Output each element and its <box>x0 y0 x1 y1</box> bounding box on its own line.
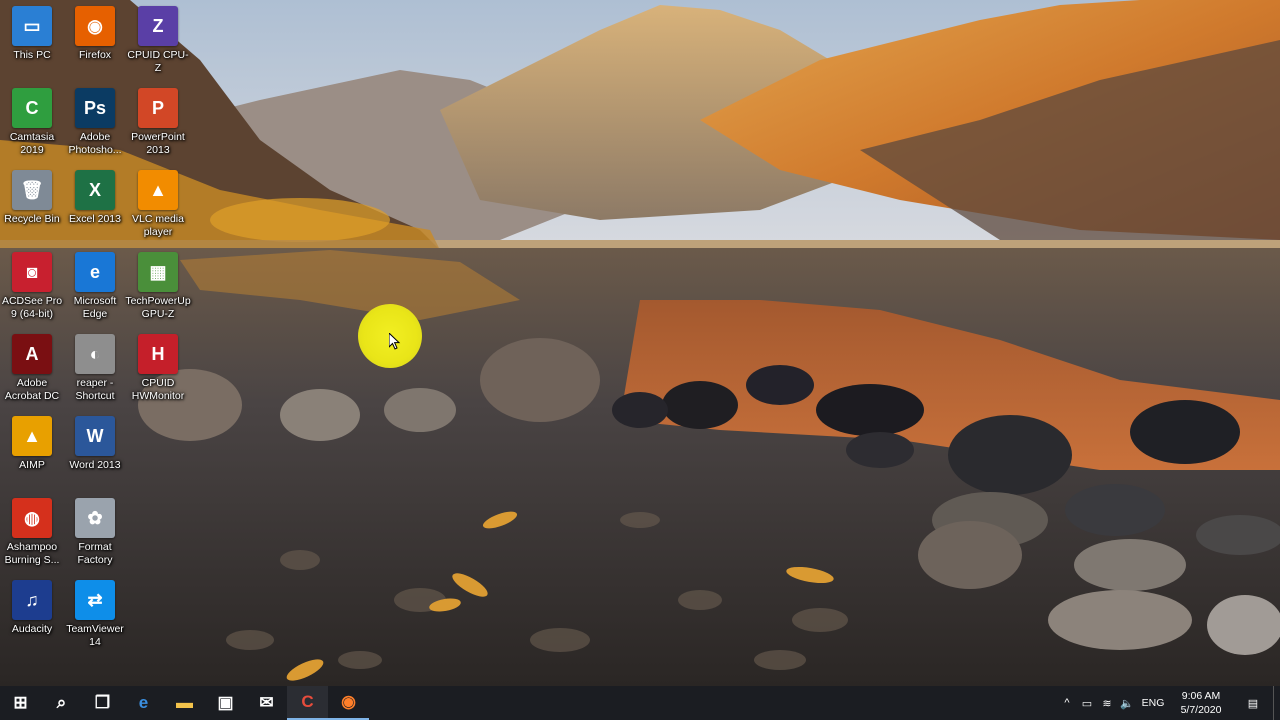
desktop-icon-label: Audacity <box>11 623 53 635</box>
desktop-icon-format-factory[interactable]: ✿ Format Factory <box>63 496 127 576</box>
desktop-icon-label: VLC media player <box>132 213 184 238</box>
file-explorer-taskbar-button[interactable]: ▬ <box>164 686 205 720</box>
desktop-icon-label: CPUID CPU-Z <box>127 49 189 74</box>
store-taskbar-button[interactable]: ▣ <box>205 686 246 720</box>
desktop-icon-label: Adobe Acrobat DC <box>4 377 60 402</box>
desktop-icon-label: ACDSee Pro 9 (64-bit) <box>1 295 63 320</box>
wallpaper-scene <box>0 0 1280 688</box>
desktop-icon-label: reaper - Shortcut <box>75 377 115 402</box>
input-language-indicator[interactable]: ENG <box>1137 697 1169 709</box>
aimp-icon: ▲ <box>12 416 52 456</box>
acdsee-pro-9-64-bit-icon: ◙ <box>12 252 52 292</box>
desktop-icon-adobe-acrobat-dc[interactable]: A Adobe Acrobat DC <box>0 332 64 412</box>
desktop-icon-label: TeamViewer 14 <box>66 623 124 648</box>
microsoft-edge-icon: e <box>75 252 115 292</box>
search-button[interactable]: ⌕ <box>41 686 82 720</box>
taskbar: ⊞ ⌕ ❐ e ▬ ▣ ✉ C ◉ ^ ▭ ≋ 🔈 ENG 9:06 AM 5/7/2020 ▤ <box>0 686 1280 720</box>
desktop-icon-teamviewer-14[interactable]: ⇄ TeamViewer 14 <box>63 578 127 658</box>
desktop-icon-recycle-bin[interactable]: 🗑 Recycle Bin <box>0 168 64 248</box>
taskbar-pinned-apps: ⊞ ⌕ ❐ e ▬ ▣ ✉ C ◉ <box>0 686 369 720</box>
edge-taskbar-button[interactable]: e <box>123 686 164 720</box>
desktop-icon-cpuid-hwmonitor[interactable]: H CPUID HWMonitor <box>126 332 190 412</box>
powerpoint-2013-icon: P <box>138 88 178 128</box>
desktop-icon-label: TechPowerUp GPU-Z <box>125 295 191 320</box>
action-center-icon[interactable]: ▤ <box>1233 686 1273 720</box>
cpuid-cpu-z-icon: Z <box>138 6 178 46</box>
firefox-icon: ◉ <box>75 6 115 46</box>
desktop-icon-label: Recycle Bin <box>4 213 60 225</box>
desktop-icon-word-2013[interactable]: W Word 2013 <box>63 414 127 494</box>
start-button[interactable]: ⊞ <box>0 686 41 720</box>
reaper-shortcut-icon: ◐ <box>75 334 115 374</box>
word-2013-icon: W <box>75 416 115 456</box>
desktop-icon-cpuid-cpu-z[interactable]: Z CPUID CPU-Z <box>126 4 190 84</box>
desktop-icon-microsoft-edge[interactable]: e Microsoft Edge <box>63 250 127 330</box>
adobe-photosho-icon: Ps <box>75 88 115 128</box>
desktop-icon-audacity[interactable]: ♫ Audacity <box>0 578 64 658</box>
desktop-icon-label: Excel 2013 <box>69 213 121 225</box>
camtasia-2019-icon: C <box>12 88 52 128</box>
desktop-icon-powerpoint-2013[interactable]: P PowerPoint 2013 <box>126 86 190 166</box>
desktop-icon-label: PowerPoint 2013 <box>131 131 185 156</box>
desktop-icon-adobe-photosho[interactable]: Ps Adobe Photosho... <box>63 86 127 166</box>
desktop-icon-camtasia-2019[interactable]: C Camtasia 2019 <box>0 86 64 166</box>
desktop-icon-label: This PC <box>13 49 51 61</box>
desktop-icon-this-pc[interactable]: ▭ This PC <box>0 4 64 84</box>
firefox-taskbar-button[interactable]: ◉ <box>328 686 369 720</box>
recycle-bin-icon: 🗑 <box>12 170 52 210</box>
adobe-acrobat-dc-icon: A <box>12 334 52 374</box>
ashampoo-burning-s-icon: ◍ <box>12 498 52 538</box>
mouse-pointer-icon <box>389 333 401 350</box>
clock[interactable]: 9:06 AM 5/7/2020 <box>1169 689 1233 717</box>
audacity-icon: ♫ <box>12 580 52 620</box>
desktop-icon-label: Adobe Photosho... <box>68 131 122 156</box>
desktop-wallpaper <box>0 0 1280 720</box>
clock-date: 5/7/2020 <box>1180 704 1222 716</box>
desktop-icon-label: Camtasia 2019 <box>9 131 55 156</box>
battery-icon[interactable]: ▭ <box>1077 686 1097 720</box>
clock-time: 9:06 AM <box>1181 690 1221 702</box>
vlc-media-player-icon: ▲ <box>138 170 178 210</box>
techpowerup-gpu-z-icon: ▦ <box>138 252 178 292</box>
this-pc-icon: ▭ <box>12 6 52 46</box>
system-tray: ^ ▭ ≋ 🔈 ENG 9:06 AM 5/7/2020 ▤ <box>1057 686 1280 720</box>
volume-icon[interactable]: 🔈 <box>1117 686 1137 720</box>
desktop-icon-firefox[interactable]: ◉ Firefox <box>63 4 127 84</box>
cpuid-hwmonitor-icon: H <box>138 334 178 374</box>
desktop-icon-label: CPUID HWMonitor <box>131 377 185 402</box>
task-view-button[interactable]: ❐ <box>82 686 123 720</box>
desktop-icon-techpowerup-gpu-z[interactable]: ▦ TechPowerUp GPU-Z <box>125 250 191 330</box>
desktop-icon-label: AIMP <box>19 459 45 471</box>
desktop-icon-label: Microsoft Edge <box>73 295 117 320</box>
desktop-icon-label: Format Factory <box>77 541 113 566</box>
desktop-icon-label: Ashampoo Burning S... <box>4 541 60 566</box>
desktop-icon-vlc-media-player[interactable]: ▲ VLC media player <box>126 168 190 248</box>
desktop-icon-aimp[interactable]: ▲ AIMP <box>0 414 64 494</box>
mail-taskbar-button[interactable]: ✉ <box>246 686 287 720</box>
excel-2013-icon: X <box>75 170 115 210</box>
desktop-icon-excel-2013[interactable]: X Excel 2013 <box>63 168 127 248</box>
desktop-icon-label: Word 2013 <box>69 459 121 471</box>
network-icon[interactable]: ≋ <box>1097 686 1117 720</box>
camtasia-taskbar-button[interactable]: C <box>287 686 328 720</box>
show-hidden-icons-chevron-icon[interactable]: ^ <box>1057 686 1077 720</box>
desktop-icon-ashampoo-burning-s[interactable]: ◍ Ashampoo Burning S... <box>0 496 64 576</box>
format-factory-icon: ✿ <box>75 498 115 538</box>
teamviewer-14-icon: ⇄ <box>75 580 115 620</box>
desktop-icon-label: Firefox <box>78 49 112 61</box>
show-desktop-button[interactable] <box>1273 686 1280 720</box>
desktop-icon-acdsee-pro-9-64-bit[interactable]: ◙ ACDSee Pro 9 (64-bit) <box>0 250 64 330</box>
desktop-icon-reaper-shortcut[interactable]: ◐ reaper - Shortcut <box>63 332 127 412</box>
